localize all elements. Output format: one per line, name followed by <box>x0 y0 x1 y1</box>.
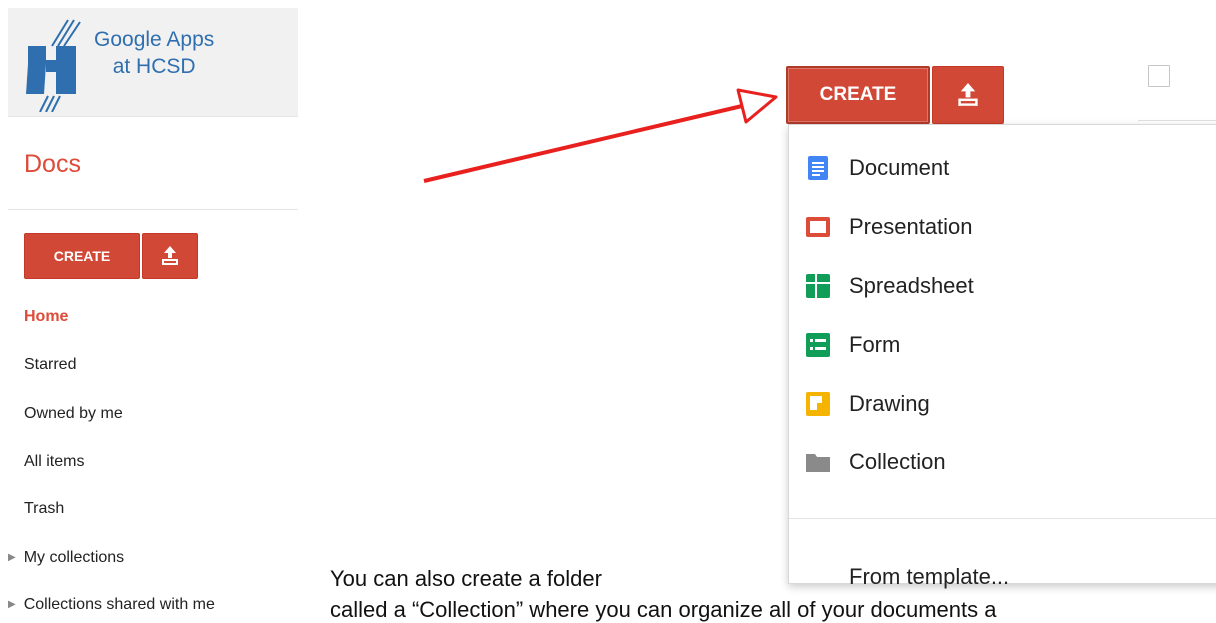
menu-item-form[interactable]: Form <box>789 316 1216 374</box>
nav-item-all-items[interactable]: All items <box>24 453 84 471</box>
caption-line1: You can also create a folder <box>330 566 602 591</box>
upload-icon <box>162 246 178 265</box>
logo-line1: Google Apps <box>94 28 215 51</box>
hcsd-logo-icon <box>26 19 81 112</box>
menu-item-label: Document <box>849 155 950 180</box>
menu-item-label: Drawing <box>849 391 930 416</box>
menu-item-label: Presentation <box>849 214 973 239</box>
spreadsheet-icon <box>806 274 830 298</box>
nav-tree-label: My collections <box>23 549 125 566</box>
hcsd-logo: Google Apps at HCSD <box>8 8 298 116</box>
create-menu: Document Presentation Spreadsheet Form D… <box>788 124 1216 589</box>
caption-line2: called a “Collection” where you can orga… <box>330 597 997 622</box>
divider <box>8 116 298 117</box>
nav-item-my-collections[interactable]: ▶ My collections <box>8 549 124 567</box>
drawing-icon <box>806 392 830 416</box>
menu-item-collection[interactable]: Collection <box>789 433 1216 491</box>
divider <box>1138 120 1216 121</box>
logo-text: Google Apps at HCSD <box>94 26 214 80</box>
nav-item-trash[interactable]: Trash <box>24 500 64 518</box>
menu-divider <box>789 518 1216 519</box>
document-icon <box>808 156 828 180</box>
divider <box>8 209 298 210</box>
form-icon <box>806 333 830 357</box>
menu-item-label: Collection <box>849 449 946 474</box>
menu-item-document[interactable]: Document <box>789 139 1216 197</box>
nav-item-collections-shared[interactable]: ▶ Collections shared with me <box>8 596 215 614</box>
upload-button[interactable] <box>932 66 1004 124</box>
expand-triangle-icon[interactable]: ▶ <box>8 599 16 610</box>
menu-item-label: Spreadsheet <box>849 273 974 298</box>
menu-item-label: From template... <box>849 564 1010 589</box>
nav-item-starred[interactable]: Starred <box>24 356 76 374</box>
upload-button[interactable] <box>142 233 198 279</box>
select-checkbox[interactable] <box>1148 65 1170 87</box>
presentation-icon <box>806 217 830 237</box>
menu-item-spreadsheet[interactable]: Spreadsheet <box>789 257 1216 315</box>
nav-item-owned-by-me[interactable]: Owned by me <box>24 405 123 423</box>
expand-triangle-icon[interactable]: ▶ <box>8 552 16 563</box>
nav-tree-label: Collections shared with me <box>23 596 215 613</box>
app-title: Docs <box>24 150 81 178</box>
logo-line2: at HCSD <box>112 55 196 78</box>
menu-item-label: Form <box>849 332 901 357</box>
nav-item-home[interactable]: Home <box>24 308 68 326</box>
folder-icon <box>806 454 830 472</box>
menu-item-presentation[interactable]: Presentation <box>789 198 1216 256</box>
menu-item-drawing[interactable]: Drawing <box>789 375 1216 433</box>
create-button-expanded[interactable]: CREATE <box>786 66 930 124</box>
create-button[interactable]: CREATE <box>24 233 140 279</box>
upload-icon <box>958 83 978 106</box>
